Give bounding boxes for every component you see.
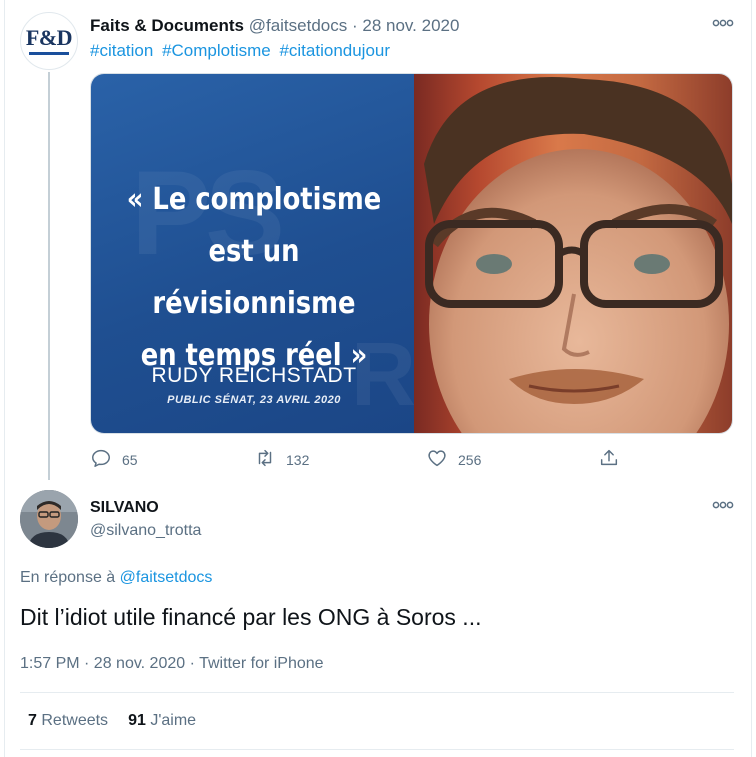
quote-source: PUBLIC SÉNAT, 23 AVRIL 2020 — [167, 394, 341, 406]
retweets-stat[interactable]: 7 Retweets — [28, 712, 108, 729]
divider — [20, 692, 734, 693]
hashtag-link[interactable]: #Complotisme — [162, 41, 271, 60]
tweet2-meta[interactable]: 1:57 PM · 28 nov. 2020 · Twitter for iPh… — [20, 655, 324, 673]
more-icon[interactable] — [712, 14, 734, 30]
more-icon[interactable] — [712, 496, 734, 512]
tweet1-hashtags: #citation #Complotisme #citationdujour — [90, 41, 394, 61]
faitsetdocs-avatar[interactable]: F&D — [20, 12, 78, 70]
retweet-icon — [254, 447, 276, 472]
reply-count: 65 — [122, 451, 138, 468]
silvano-avatar[interactable] — [20, 490, 78, 548]
tweet1-display-name[interactable]: Faits & Documents — [90, 16, 244, 35]
like-icon — [426, 447, 448, 472]
avatar-logo-bar — [29, 52, 69, 55]
tweet1-date[interactable]: 28 nov. 2020 — [362, 16, 459, 35]
like-button[interactable]: 256 — [426, 447, 481, 472]
portrait-photo — [414, 74, 732, 433]
avatar-logo-text: F&D — [25, 25, 73, 50]
retweet-count: 132 — [286, 451, 310, 468]
quote-author: RUDY REICHSTADT — [151, 364, 357, 387]
quote-line: « Le complotisme — [126, 182, 382, 217]
divider — [20, 749, 734, 750]
reply-context: En réponse à @faitsetdocs — [20, 569, 212, 587]
reply-button[interactable]: 65 — [90, 447, 138, 472]
reply-icon — [90, 447, 112, 472]
hashtag-link[interactable]: #citation — [90, 41, 153, 60]
share-button[interactable] — [598, 447, 620, 472]
like-count: 256 — [458, 451, 482, 468]
share-icon — [598, 447, 620, 472]
tweet1-media-image[interactable]: PS R « Le complotisme est un révisionnis… — [90, 73, 733, 434]
hashtag-link[interactable]: #citationdujour — [279, 41, 390, 60]
thread-connector-line — [48, 72, 50, 480]
tweet2-handle[interactable]: @silvano_trotta — [90, 522, 201, 540]
tweet1-handle[interactable]: @faitsetdocs — [249, 16, 348, 35]
tweet2-display-name[interactable]: SILVANO — [90, 499, 159, 517]
reply-mention-link[interactable]: @faitsetdocs — [120, 569, 213, 586]
tweet1-actions: 65 132 256 — [90, 447, 650, 471]
reply-prefix: En réponse à — [20, 569, 116, 586]
quote-text: « Le complotisme est un révisionnisme en… — [114, 174, 394, 382]
tweet2-text: Dit l’idiot utile financé par les ONG à … — [20, 604, 482, 630]
tweet1-separator: · — [351, 16, 358, 35]
quote-line: est un révisionnisme — [152, 234, 356, 321]
tweet1-header: Faits & Documents @faitsetdocs · 28 nov.… — [90, 16, 459, 36]
retweet-button[interactable]: 132 — [254, 447, 309, 472]
likes-stat[interactable]: 91 J'aime — [128, 712, 196, 729]
tweet2-stats: 7 Retweets 91 J'aime — [28, 712, 196, 730]
